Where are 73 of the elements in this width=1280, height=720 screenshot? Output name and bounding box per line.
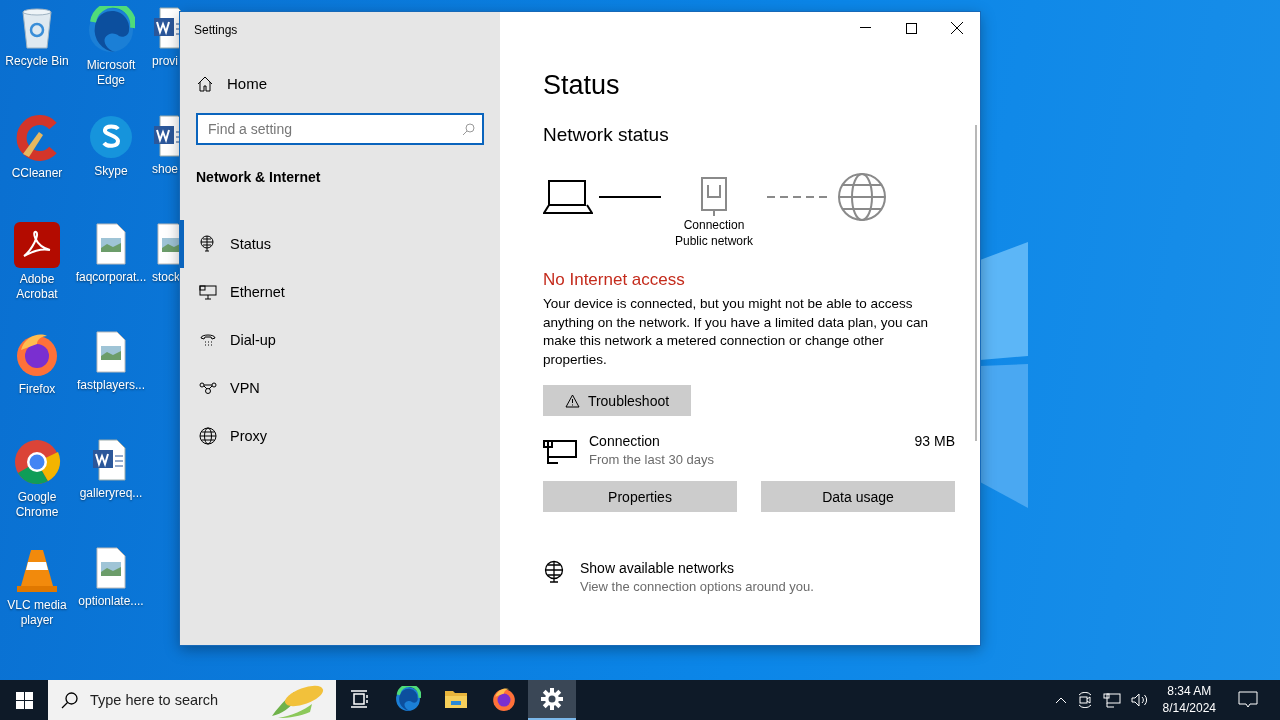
search-icon	[61, 691, 78, 709]
edge-icon	[87, 6, 135, 54]
alert-title: No Internet access	[543, 270, 685, 290]
edge-icon[interactable]	[395, 686, 421, 712]
desktop-icon-label[interactable]: optionlate....	[78, 594, 144, 609]
vpn-icon	[199, 381, 217, 395]
network-type-label: Public network	[675, 233, 754, 249]
taskbar-search-field[interactable]: Type here to search	[48, 680, 336, 720]
desktop-icon-label[interactable]: Google Chrome	[0, 490, 74, 520]
network-icon[interactable]	[1102, 692, 1121, 708]
desktop-icon-label[interactable]: provi	[152, 54, 178, 69]
page-title: Status	[543, 70, 621, 101]
window-title: Settings	[194, 23, 239, 37]
connection-label: Connection	[683, 217, 745, 233]
desktop-icon-label[interactable]: galleryreq...	[79, 486, 143, 501]
desktop-icon-label[interactable]: faqcorporat...	[75, 270, 147, 285]
link-description: View the connection options around you.	[580, 579, 814, 594]
volume-icon[interactable]	[1130, 692, 1149, 708]
data-usage-amount: 93 MB	[914, 433, 955, 449]
nav-item[interactable]: VPN	[180, 364, 500, 412]
folder-icon[interactable]	[444, 689, 468, 709]
nav-item[interactable]: Dial-up	[180, 316, 500, 364]
desktop-icon-label[interactable]: stock	[152, 270, 180, 285]
desktop-icon-label[interactable]: shoe	[152, 162, 179, 177]
nav-item[interactable]: Proxy	[180, 412, 500, 460]
task-view-icon[interactable]	[350, 690, 370, 708]
status-description: Your device is connected, but you might not be able to access anything on the network. If you have a limited data plan, you can make this network a metered connection or change other properties.	[543, 295, 929, 369]
ethernet-monitor-icon	[543, 439, 577, 465]
desktop-icon-label[interactable]: Firefox	[18, 382, 56, 397]
desktop-icon-label[interactable]: CCleaner	[11, 166, 63, 181]
search-icon	[462, 123, 475, 136]
laptop-icon	[543, 180, 593, 216]
warning-icon	[564, 393, 580, 408]
section-heading: Network & Internet	[196, 169, 322, 185]
troubleshoot-button[interactable]: Troubleshoot	[543, 385, 691, 416]
action-button[interactable]: Data usage	[761, 481, 955, 512]
desktop-icon-label[interactable]: fastplayers...	[77, 378, 145, 393]
section-heading: Network status	[543, 124, 670, 146]
clock[interactable]: 8:34 AM 8/14/2024	[1162, 683, 1216, 717]
notification-icon[interactable]	[1238, 691, 1258, 709]
camera-icon[interactable]	[1076, 692, 1093, 708]
settings-icon[interactable]	[541, 688, 563, 710]
desktop-icon-label[interactable]: Microsoft Edge	[74, 58, 148, 88]
globe-monitor-icon	[199, 235, 217, 253]
desktop-icon-label[interactable]: Adobe Acrobat	[0, 272, 74, 302]
desktop-icon-label[interactable]: Skype	[94, 164, 128, 179]
globe-icon	[199, 427, 217, 445]
desktop-icon-label[interactable]: VLC media player	[0, 598, 74, 628]
chrome-icon	[13, 438, 61, 486]
search-field[interactable]: Find a setting	[196, 113, 484, 145]
firefox-icon[interactable]	[491, 686, 517, 712]
scrollbar[interactable]	[975, 125, 977, 441]
connection-name: Connection	[589, 433, 661, 449]
globe-icon	[837, 172, 888, 222]
home-icon	[197, 75, 213, 92]
chevron-up-icon[interactable]	[1054, 696, 1067, 704]
desktop-icon-label[interactable]: Recycle Bin	[5, 54, 69, 69]
skype-icon	[88, 114, 134, 160]
show-networks-link[interactable]: Show available networks	[580, 560, 814, 576]
connection-line	[599, 196, 661, 198]
dashed-connection-line	[767, 196, 830, 198]
minimize-icon	[859, 27, 871, 29]
ethernet-monitor-icon	[199, 284, 217, 300]
phone-icon	[199, 332, 217, 348]
acrobat-icon	[14, 222, 60, 268]
maximize-icon	[905, 22, 917, 34]
nav-item[interactable]: Ethernet	[180, 268, 500, 316]
home-link[interactable]: Home	[227, 75, 267, 92]
ethernet-port-icon	[699, 177, 729, 217]
connection-detail: From the last 30 days	[589, 452, 714, 467]
windows-icon	[15, 691, 33, 709]
close-icon	[951, 22, 963, 34]
action-button[interactable]: Properties	[543, 481, 737, 512]
